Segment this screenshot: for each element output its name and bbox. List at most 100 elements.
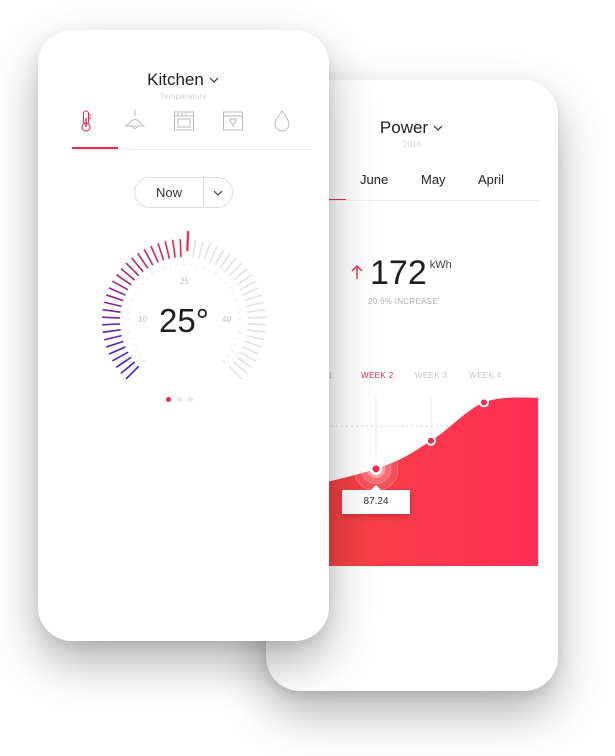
gauge-tick <box>197 240 204 259</box>
oven-icon <box>174 111 194 131</box>
gauge-tick <box>247 329 266 334</box>
gauge-tick <box>192 239 197 258</box>
gauge-minor-tick <box>231 292 234 295</box>
kpi-value: 172 <box>370 254 427 292</box>
gauge-tick <box>103 334 122 341</box>
gauge-minor-tick <box>234 298 239 301</box>
gauge-tick <box>239 351 257 362</box>
gauge-tick <box>150 245 159 263</box>
gauge-tick <box>247 316 266 319</box>
gauge-minor-tick <box>129 337 132 339</box>
power-title: Power <box>379 118 429 137</box>
tab-lamp[interactable] <box>123 108 147 134</box>
tab-thermometer[interactable] <box>74 108 98 134</box>
data-point[interactable] <box>479 397 489 408</box>
chevron-down-icon <box>433 125 443 131</box>
power-title-dropdown[interactable]: Power <box>380 118 444 138</box>
tab-april[interactable]: April <box>478 172 504 187</box>
gauge-minor-tick <box>134 292 137 295</box>
kitchen-header: Kitchen Temperature <box>38 70 329 101</box>
gauge-tick <box>244 294 263 302</box>
kitchen-title-dropdown[interactable]: Kitchen <box>147 70 220 90</box>
gauge-tick <box>209 245 218 263</box>
arrow-up-icon <box>351 265 363 279</box>
gauge-minor-tick <box>237 331 242 333</box>
gauge-minor-tick <box>214 271 218 276</box>
gauge-minor-tick <box>129 298 134 301</box>
gauge-minor-tick <box>141 282 144 284</box>
gauge-tick <box>171 239 176 258</box>
thermometer-icon <box>81 110 91 132</box>
tab-dishwasher[interactable] <box>221 108 245 134</box>
gauge-minor-tick <box>236 305 239 307</box>
page-indicator <box>166 397 193 402</box>
lamp-icon <box>125 110 145 129</box>
energy-kpi: 172 kWh <box>350 256 452 290</box>
gauge-tick <box>239 280 257 291</box>
temperature-value: 25° <box>159 302 209 339</box>
gauge-minor-tick <box>236 337 239 339</box>
tab-may[interactable]: May <box>421 172 446 187</box>
gauge-tick <box>203 242 211 261</box>
water-drop-icon <box>274 110 290 132</box>
gauge-minor-tick <box>228 287 231 289</box>
gauge-tick <box>157 242 165 261</box>
gauge-tick <box>102 323 121 326</box>
gauge-minor-tick <box>208 270 211 273</box>
gauge-minor-tick <box>219 277 222 280</box>
page-dot[interactable] <box>166 397 171 402</box>
kitchen-screen: Kitchen Temperature Now 10 25 40 25° <box>38 30 329 641</box>
gauge-minor-tick <box>137 287 140 289</box>
gauge-tick <box>102 329 121 334</box>
gauge-minor-tick <box>150 271 154 276</box>
tab-week-3[interactable]: WEEK 3 <box>415 371 448 380</box>
gauge-tick <box>247 323 266 326</box>
tab-oven[interactable] <box>172 108 196 134</box>
gauge-minor-tick <box>129 305 132 307</box>
gauge-minor-tick <box>163 267 166 270</box>
gauge-tick <box>111 280 129 291</box>
device-tabs <box>74 108 294 134</box>
kpi-unit: kWh <box>429 259 452 271</box>
chevron-down-icon <box>209 77 219 83</box>
gauge-tick <box>247 308 266 313</box>
gauge-tick <box>105 294 124 302</box>
tab-week-2[interactable]: WEEK 2 <box>361 371 394 380</box>
highlight-point[interactable] <box>369 462 383 476</box>
value-tooltip: 87.24 <box>342 485 410 514</box>
gauge-minor-tick <box>146 277 149 280</box>
gauge-tick <box>103 301 122 308</box>
gauge-minor-tick <box>224 282 227 284</box>
tab-water[interactable] <box>270 108 294 134</box>
gauge-minor-tick <box>126 331 131 333</box>
gauge-marker <box>186 231 190 252</box>
time-select[interactable]: Now <box>134 177 233 208</box>
gauge-tick <box>179 239 182 258</box>
gauge-tick <box>111 351 129 362</box>
divider <box>72 149 312 150</box>
gauge-minor-tick <box>135 349 138 352</box>
gauge-label-25: 25 <box>180 277 189 286</box>
dishwasher-icon <box>223 111 243 131</box>
gauge-minor-tick <box>222 359 226 363</box>
data-point[interactable] <box>426 435 436 446</box>
gauge-minor-tick <box>230 349 233 352</box>
tab-june[interactable]: June <box>360 172 388 187</box>
time-select-value: Now <box>155 185 182 200</box>
gauge-minor-tick <box>202 267 205 270</box>
chevron-down-icon <box>213 190 223 196</box>
gauge-minor-tick <box>157 270 160 273</box>
kitchen-subtitle: Temperature <box>159 92 208 101</box>
gauge-minor-tick <box>139 354 142 357</box>
gauge-tick <box>108 346 126 355</box>
page-dot[interactable] <box>177 397 182 402</box>
tab-week-4[interactable]: WEEK 4 <box>469 371 502 380</box>
page-dot[interactable] <box>188 397 193 402</box>
time-select-toggle[interactable] <box>204 187 232 199</box>
gauge-tick <box>246 334 265 341</box>
gauge-tick <box>143 248 154 266</box>
gauge-tick <box>246 301 265 308</box>
gauge-tick <box>214 248 225 266</box>
gauge-tick <box>244 340 263 348</box>
gauge-minor-tick <box>233 343 236 346</box>
